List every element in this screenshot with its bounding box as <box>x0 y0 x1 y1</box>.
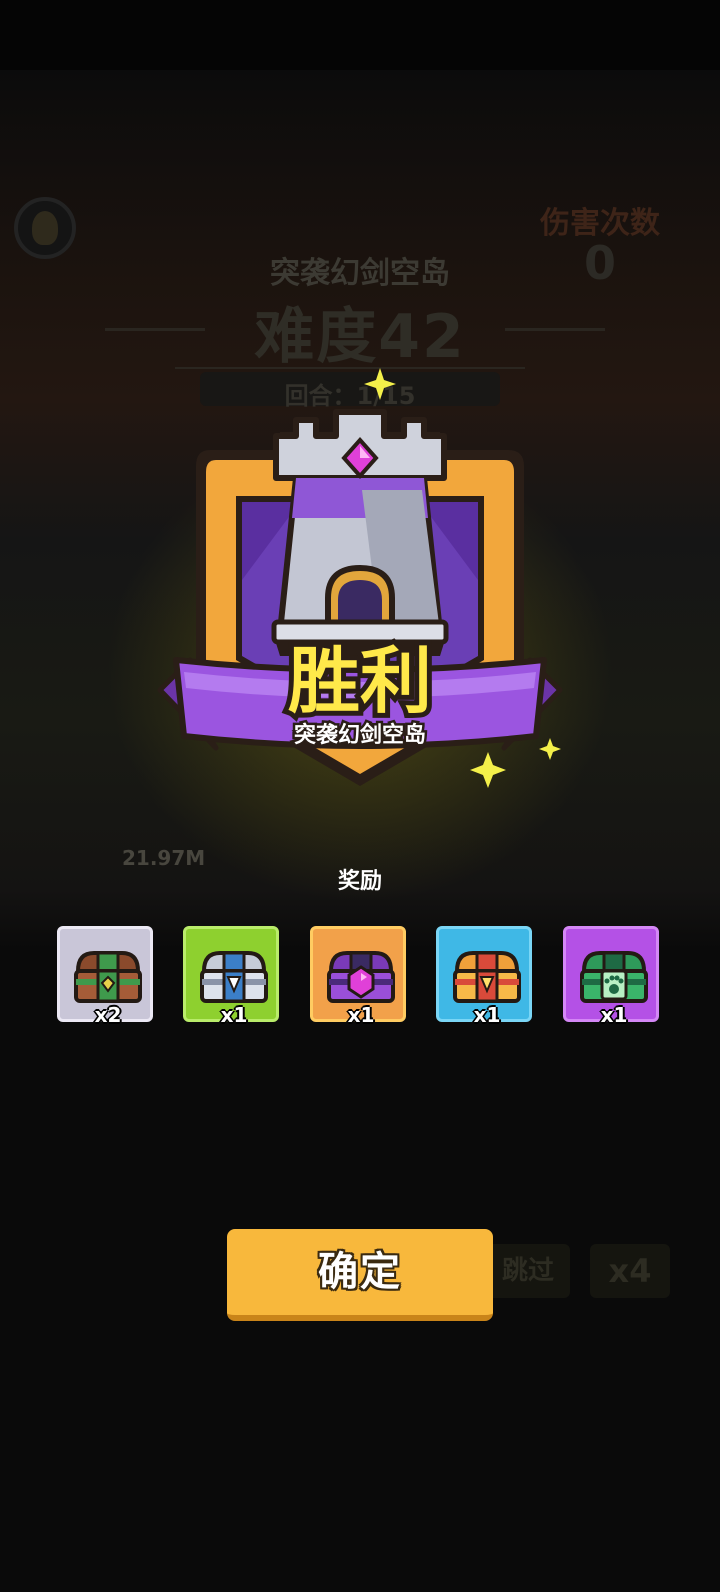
silver-chest-icon <box>200 951 268 1003</box>
hit-count-value: 0 <box>583 236 616 290</box>
reward-count: x1 <box>220 1003 248 1027</box>
reward-slot[interactable]: x1 <box>563 926 659 1027</box>
reward-count: x1 <box>347 1003 375 1027</box>
speed-button: x4 <box>590 1244 670 1298</box>
skip-button: 跳过 <box>486 1244 570 1298</box>
golden-chest-icon <box>453 951 521 1003</box>
reward-slot[interactable]: x1 <box>183 926 279 1027</box>
reward-count: x1 <box>473 1003 501 1027</box>
purple-gem-chest-icon <box>327 951 395 1003</box>
reward-count: x1 <box>600 1003 628 1027</box>
brown-chest-icon <box>74 951 142 1003</box>
tower-icon <box>271 409 449 656</box>
reward-count: x2 <box>94 1003 122 1027</box>
reward-slot[interactable]: x2 <box>57 926 153 1027</box>
player-avatar <box>14 197 76 259</box>
reward-title: 奖励 <box>337 869 382 894</box>
avatar-face-icon <box>32 211 58 245</box>
victory-stage-name: 突袭幻剑空岛 <box>294 722 426 748</box>
stage-title: 突袭幻剑空岛 <box>270 256 450 291</box>
victory-title: 胜利 <box>288 639 432 723</box>
reward-slot[interactable]: x1 <box>436 926 532 1027</box>
sparkle-icon <box>539 738 561 760</box>
sparkle-icon <box>470 752 506 788</box>
victory-badge: 胜利 突袭幻剑空岛 <box>157 368 563 788</box>
reward-slot[interactable]: x1 <box>310 926 406 1027</box>
confirm-button[interactable]: 确定 <box>227 1229 493 1321</box>
pet-paw-chest-icon <box>580 951 648 1003</box>
sparkle-icon <box>364 368 396 400</box>
